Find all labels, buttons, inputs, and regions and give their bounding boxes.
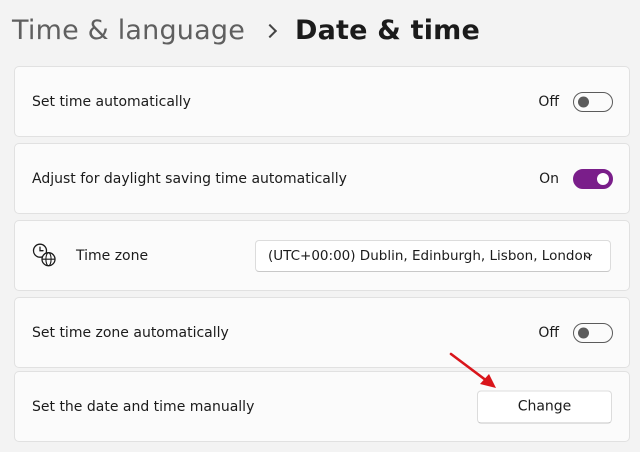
setting-label: Set the date and time manually (32, 398, 255, 415)
toggle-state-text: On (539, 170, 559, 187)
toggle-knob (597, 172, 609, 185)
toggle-knob (578, 327, 589, 338)
daylight-saving-toggle[interactable] (573, 168, 613, 189)
setting-label: Set time automatically (32, 93, 191, 110)
setting-set-time-zone-automatically: Set time zone automatically Off (14, 297, 630, 368)
setting-label: Set time zone automatically (32, 324, 229, 341)
set-time-zone-automatically-toggle[interactable] (573, 322, 613, 343)
breadcrumb-chevron-icon (262, 23, 278, 39)
breadcrumb-parent-time-language[interactable]: Time & language (12, 15, 245, 46)
setting-label: Adjust for daylight saving time automati… (32, 170, 347, 187)
change-date-time-button[interactable]: Change (477, 390, 612, 423)
setting-set-time-automatically: Set time automatically Off (14, 66, 630, 137)
breadcrumb: Time & language Date & time (12, 8, 480, 52)
chevron-down-icon (583, 253, 593, 259)
toggle-state-text: Off (538, 93, 559, 110)
clock-globe-icon (32, 243, 56, 266)
setting-time-zone: Time zone (UTC+00:00) Dublin, Edinburgh,… (14, 220, 630, 291)
time-zone-selected-value: (UTC+00:00) Dublin, Edinburgh, Lisbon, L… (268, 247, 592, 264)
set-time-automatically-toggle[interactable] (573, 91, 613, 112)
setting-set-date-time-manually: Set the date and time manually Change (14, 371, 630, 442)
setting-label: Time zone (76, 247, 149, 264)
setting-daylight-saving: Adjust for daylight saving time automati… (14, 143, 630, 214)
page-title: Date & time (295, 14, 481, 46)
time-zone-dropdown[interactable]: (UTC+00:00) Dublin, Edinburgh, Lisbon, L… (255, 239, 611, 272)
red-arrow-icon (449, 352, 496, 388)
toggle-knob (578, 96, 589, 107)
toggle-state-text: Off (538, 324, 559, 341)
